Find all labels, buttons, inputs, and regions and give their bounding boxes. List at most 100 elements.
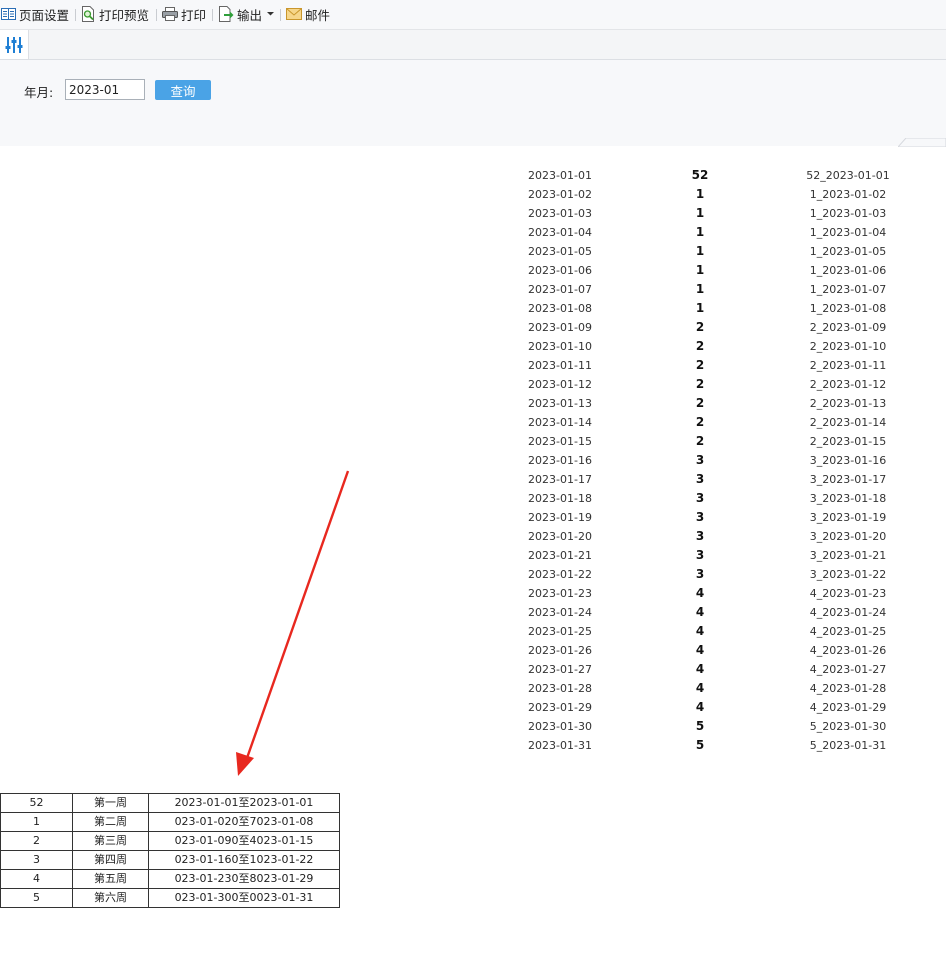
mail-button[interactable]: 邮件 <box>286 5 330 23</box>
print-preview-label: 打印预览 <box>99 7 150 23</box>
week-date-key-cell: 3_2023-01-18 <box>809 492 887 505</box>
week-number-cell: 1 <box>695 244 705 258</box>
printer-icon <box>162 7 178 21</box>
week-date-key-cell: 2_2023-01-09 <box>809 321 887 334</box>
week-number-cell: 5 <box>695 738 705 752</box>
list-item: 2023-01-06 1 1_2023-01-06 <box>510 261 910 280</box>
week-number-cell: 4 <box>695 643 705 657</box>
week-number-cell: 2 <box>695 377 705 391</box>
week-date-key-cell: 2_2023-01-11 <box>809 359 887 372</box>
date-cell: 2023-01-22 <box>528 568 592 581</box>
export-button[interactable]: 输出 <box>218 5 275 23</box>
week-number-cell: 3 <box>0 850 73 870</box>
table-row: 52 第一周 2023-01-01至2023-01-01 <box>0 793 340 813</box>
export-icon <box>219 6 234 22</box>
week-number-cell: 4 <box>695 700 705 714</box>
page-setup-button[interactable]: 页面设置 <box>1 5 69 23</box>
list-item: 2023-01-24 4 4_2023-01-24 <box>510 603 910 622</box>
week-date-key-cell: 1_2023-01-05 <box>809 245 887 258</box>
year-month-input[interactable] <box>65 79 145 100</box>
list-item: 2023-01-26 4 4_2023-01-26 <box>510 641 910 660</box>
list-item: 2023-01-17 3 3_2023-01-17 <box>510 470 910 489</box>
week-summary-table: 52 第一周 2023-01-01至2023-01-01 1 第二周 023-01-020… <box>0 793 340 908</box>
week-date-key-cell: 1_2023-01-08 <box>809 302 887 315</box>
date-cell: 2023-01-02 <box>528 188 592 201</box>
week-date-key-cell: 4_2023-01-29 <box>809 701 887 714</box>
print-label: 打印 <box>181 7 207 23</box>
week-date-key-cell: 1_2023-01-03 <box>809 207 887 220</box>
week-date-key-cell: 4_2023-01-28 <box>809 682 887 695</box>
week-date-key-cell: 3_2023-01-22 <box>809 568 887 581</box>
date-cell: 2023-01-29 <box>528 701 592 714</box>
toolbar-divider <box>156 9 157 21</box>
week-date-key-cell: 2_2023-01-12 <box>809 378 887 391</box>
list-item: 2023-01-18 3 3_2023-01-18 <box>510 489 910 508</box>
params-panel-tab[interactable] <box>0 30 29 59</box>
list-item: 2023-01-08 1 1_2023-01-08 <box>510 299 910 318</box>
week-number-cell: 2 <box>0 831 73 851</box>
week-date-key-cell: 1_2023-01-04 <box>809 226 887 239</box>
week-name-cell: 第六周 <box>72 888 149 908</box>
week-number-cell: 1 <box>695 206 705 220</box>
panel-collapse-tab[interactable] <box>898 138 946 147</box>
list-item: 2023-01-12 2 2_2023-01-12 <box>510 375 910 394</box>
date-cell: 2023-01-11 <box>528 359 592 372</box>
list-item: 2023-01-29 4 4_2023-01-29 <box>510 698 910 717</box>
date-cell: 2023-01-07 <box>528 283 592 296</box>
list-item: 2023-01-19 3 3_2023-01-19 <box>510 508 910 527</box>
date-cell: 2023-01-19 <box>528 511 592 524</box>
week-date-key-cell: 3_2023-01-21 <box>809 549 887 562</box>
date-cell: 2023-01-18 <box>528 492 592 505</box>
date-cell: 2023-01-23 <box>528 587 592 600</box>
week-range-cell: 023-01-020至7023-01-08 <box>148 812 340 832</box>
list-item: 2023-01-11 2 2_2023-01-11 <box>510 356 910 375</box>
week-number-cell: 3 <box>695 491 705 505</box>
date-cell: 2023-01-31 <box>528 739 592 752</box>
date-cell: 2023-01-30 <box>528 720 592 733</box>
week-date-key-cell: 4_2023-01-24 <box>809 606 887 619</box>
date-cell: 2023-01-10 <box>528 340 592 353</box>
week-number-cell: 2 <box>695 396 705 410</box>
week-date-key-cell: 5_2023-01-31 <box>809 739 887 752</box>
print-button[interactable]: 打印 <box>162 5 206 23</box>
week-range-cell: 023-01-300至0023-01-31 <box>148 888 340 908</box>
week-date-key-cell: 4_2023-01-23 <box>809 587 887 600</box>
week-number-cell: 5 <box>0 888 73 908</box>
date-cell: 2023-01-25 <box>528 625 592 638</box>
table-row: 1 第二周 023-01-020至7023-01-08 <box>0 812 340 832</box>
date-cell: 2023-01-27 <box>528 663 592 676</box>
week-number-cell: 2 <box>695 358 705 372</box>
week-range-cell: 023-01-090至4023-01-15 <box>148 831 340 851</box>
week-number-cell: 1 <box>695 282 705 296</box>
toolbar-divider <box>212 9 213 21</box>
week-number-cell: 1 <box>695 187 705 201</box>
list-item: 2023-01-15 2 2_2023-01-15 <box>510 432 910 451</box>
list-item: 2023-01-22 3 3_2023-01-22 <box>510 565 910 584</box>
print-preview-icon <box>82 6 94 22</box>
year-month-label: 年月: <box>24 85 54 100</box>
week-number-cell: 3 <box>695 510 705 524</box>
week-date-key-cell: 1_2023-01-06 <box>809 264 887 277</box>
week-number-cell: 4 <box>0 869 73 889</box>
week-date-key-cell: 3_2023-01-19 <box>809 511 887 524</box>
table-row: 2 第三周 023-01-090至4023-01-15 <box>0 831 340 851</box>
list-item: 2023-01-23 4 4_2023-01-23 <box>510 584 910 603</box>
export-label: 输出 <box>237 7 263 23</box>
parameter-panel: 年月: 查询 <box>0 60 946 146</box>
week-number-cell: 3 <box>695 453 705 467</box>
week-number-cell: 1 <box>695 225 705 239</box>
week-name-cell: 第四周 <box>72 850 149 870</box>
date-cell: 2023-01-13 <box>528 397 592 410</box>
week-number-cell: 4 <box>695 662 705 676</box>
print-preview-button[interactable]: 打印预览 <box>81 5 149 23</box>
week-date-key-cell: 3_2023-01-16 <box>809 454 887 467</box>
toolbar-divider <box>75 9 76 21</box>
date-cell: 2023-01-26 <box>528 644 592 657</box>
query-button[interactable]: 查询 <box>155 80 211 100</box>
week-date-key-cell: 1_2023-01-07 <box>809 283 887 296</box>
list-item: 2023-01-27 4 4_2023-01-27 <box>510 660 910 679</box>
week-number-cell: 3 <box>695 567 705 581</box>
date-cell: 2023-01-17 <box>528 473 592 486</box>
date-cell: 2023-01-03 <box>528 207 592 220</box>
week-range-cell: 023-01-230至8023-01-29 <box>148 869 340 889</box>
